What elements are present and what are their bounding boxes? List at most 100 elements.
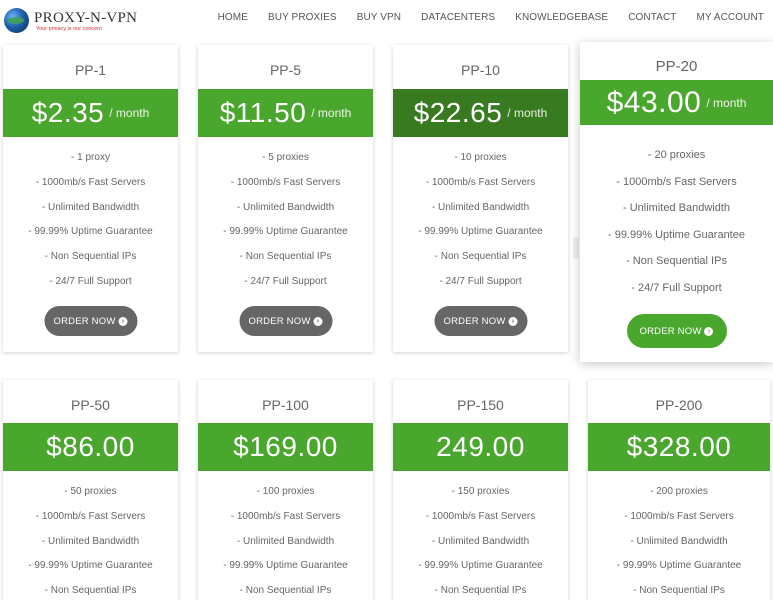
plan-card-pp-10: PP-10 $22.65 / month - 10 proxies - 1000…: [393, 45, 568, 352]
price-band: $11.50 / month: [198, 89, 373, 137]
main-nav: HOME BUY PROXIES BUY VPN DATACENTERS KNO…: [198, 12, 764, 23]
plan-card-pp-50: PP-50 $86.00 - 50 proxies - 1000mb/s Fas…: [3, 380, 178, 600]
feature-item: - Non Sequential IPs: [239, 585, 332, 597]
nav-datacenters[interactable]: DATACENTERS: [421, 12, 495, 23]
plan-name: PP-5: [269, 62, 302, 78]
feature-item: - 24/7 Full Support: [439, 275, 522, 287]
site-header: PROXY-N-VPN Your privacy is our concern …: [0, 0, 773, 38]
nav-home[interactable]: HOME: [218, 12, 248, 23]
feature-list: - 5 proxies - 1000mb/s Fast Servers - Un…: [198, 146, 373, 295]
nav-knowledgebase[interactable]: KNOWLEDGEBASE: [515, 12, 608, 23]
feature-item: - Non Sequential IPs: [239, 251, 332, 263]
plan-price: $169.00: [233, 431, 338, 462]
arrow-right-circle-icon: ›: [313, 316, 323, 326]
feature-item: - Unlimited Bandwidth: [236, 201, 335, 213]
plan-name: PP-20: [655, 58, 698, 75]
price-band: 249.00: [393, 423, 568, 471]
feature-item: - 1000mb/s Fast Servers: [425, 510, 536, 522]
nav-buy-vpn[interactable]: BUY VPN: [357, 12, 401, 23]
price-band: $2.35 / month: [3, 89, 178, 137]
feature-list: - 1 proxy - 1000mb/s Fast Servers - Unli…: [3, 146, 178, 295]
per-month-label: / month: [109, 106, 150, 120]
plan-price: 249.00: [436, 431, 525, 462]
feature-item: - 24/7 Full Support: [631, 281, 722, 294]
feature-item: - 100 proxies: [256, 486, 315, 497]
plan-name: PP-50: [71, 397, 110, 413]
arrow-right-circle-icon: ›: [508, 316, 518, 326]
feature-item: - 1000mb/s Fast Servers: [624, 510, 734, 522]
feature-item: - Non Sequential IPs: [626, 255, 727, 268]
order-now-label: ORDER NOW: [443, 315, 506, 327]
feature-item: - 99.99% Uptime Guarantee: [418, 226, 543, 238]
brand-logo[interactable]: PROXY-N-VPN Your privacy is our concern: [4, 8, 137, 36]
feature-item: - Unlimited Bandwidth: [41, 535, 140, 547]
price-band: $169.00: [198, 423, 373, 471]
feature-item: - 99.99% Uptime Guarantee: [223, 226, 348, 238]
plan-card-pp-100: PP-100 $169.00 - 100 proxies - 1000mb/s …: [198, 380, 373, 600]
arrow-right-circle-icon: ›: [118, 316, 128, 326]
feature-item: - Non Sequential IPs: [434, 251, 527, 263]
feature-item: - 1 proxy: [71, 152, 110, 163]
feature-item: - Unlimited Bandwidth: [623, 202, 730, 215]
feature-item: - 99.99% Uptime Guarantee: [28, 226, 153, 238]
nav-contact[interactable]: CONTACT: [628, 12, 676, 23]
plan-price: $2.35: [31, 97, 105, 128]
feature-item: - 24/7 Full Support: [49, 275, 132, 287]
feature-item: - 24/7 Full Support: [244, 275, 327, 287]
feature-item: - Non Sequential IPs: [633, 585, 725, 597]
price-band: $22.65 / month: [393, 89, 568, 137]
plan-name: PP-150: [457, 397, 504, 413]
feature-item: - Non Sequential IPs: [44, 251, 137, 263]
feature-item: - 1000mb/s Fast Servers: [230, 510, 341, 522]
feature-item: - Non Sequential IPs: [44, 585, 137, 597]
feature-item: - 1000mb/s Fast Servers: [616, 175, 737, 188]
feature-item: - Unlimited Bandwidth: [630, 535, 728, 547]
feature-item: - 99.99% Uptime Guarantee: [608, 228, 745, 241]
feature-list: - 10 proxies - 1000mb/s Fast Servers - U…: [393, 146, 568, 295]
price-band: $43.00 / month: [580, 80, 773, 125]
plan-card-pp-200: PP-200 $328.00 - 200 proxies - 1000mb/s …: [588, 380, 770, 600]
feature-item: - 1000mb/s Fast Servers: [35, 510, 146, 522]
feature-item: - Unlimited Bandwidth: [41, 201, 140, 213]
nav-my-account[interactable]: MY ACCOUNT: [697, 12, 765, 23]
brand-title: PROXY-N-VPN: [34, 10, 138, 26]
plan-price: $328.00: [626, 431, 732, 462]
per-month-label: / month: [706, 95, 747, 110]
feature-list: - 20 proxies - 1000mb/s Fast Servers - U…: [580, 142, 773, 302]
plan-card-pp-1: PP-1 $2.35 / month - 1 proxy - 1000mb/s …: [3, 45, 178, 352]
feature-item: - 50 proxies: [64, 486, 117, 497]
plan-name: PP-200: [655, 397, 703, 413]
globe-icon: [4, 8, 29, 33]
feature-item: - Unlimited Bandwidth: [431, 535, 530, 547]
feature-item: - 10 proxies: [454, 152, 507, 163]
plan-price: $86.00: [46, 431, 135, 462]
plan-name: PP-1: [74, 62, 107, 78]
plan-card-pp-5: PP-5 $11.50 / month - 5 proxies - 1000mb…: [198, 45, 373, 352]
feature-item: - 1000mb/s Fast Servers: [35, 176, 146, 188]
plan-price: $11.50: [219, 97, 307, 128]
feature-list: - 200 proxies - 1000mb/s Fast Servers - …: [588, 480, 770, 600]
feature-item: - 99.99% Uptime Guarantee: [223, 560, 348, 572]
plan-name: PP-100: [262, 397, 309, 413]
order-now-label: ORDER NOW: [53, 315, 116, 327]
feature-item: - 200 proxies: [650, 486, 708, 497]
feature-item: - 150 proxies: [451, 486, 510, 497]
feature-item: - 99.99% Uptime Guarantee: [616, 560, 742, 572]
feature-item: - 1000mb/s Fast Servers: [425, 176, 536, 188]
nav-buy-proxies[interactable]: BUY PROXIES: [268, 12, 337, 23]
order-now-button[interactable]: ORDER NOW ›: [44, 306, 137, 336]
plan-card-pp-150: PP-150 249.00 - 150 proxies - 1000mb/s F…: [393, 380, 568, 600]
arrow-right-circle-icon: ›: [704, 326, 714, 336]
feature-item: - 99.99% Uptime Guarantee: [28, 560, 153, 572]
feature-item: - Unlimited Bandwidth: [431, 201, 530, 213]
feature-item: - 5 proxies: [262, 152, 309, 163]
price-band: $328.00: [588, 423, 770, 471]
feature-list: - 100 proxies - 1000mb/s Fast Servers - …: [198, 480, 373, 600]
order-now-button[interactable]: ORDER NOW ›: [239, 306, 332, 336]
order-now-button[interactable]: ORDER NOW ›: [434, 306, 527, 336]
feature-item: - 20 proxies: [647, 149, 706, 161]
order-now-button[interactable]: ORDER NOW ›: [626, 314, 727, 348]
price-band: $86.00: [3, 423, 178, 471]
per-month-label: / month: [507, 106, 548, 120]
feature-item: - 1000mb/s Fast Servers: [230, 176, 341, 188]
